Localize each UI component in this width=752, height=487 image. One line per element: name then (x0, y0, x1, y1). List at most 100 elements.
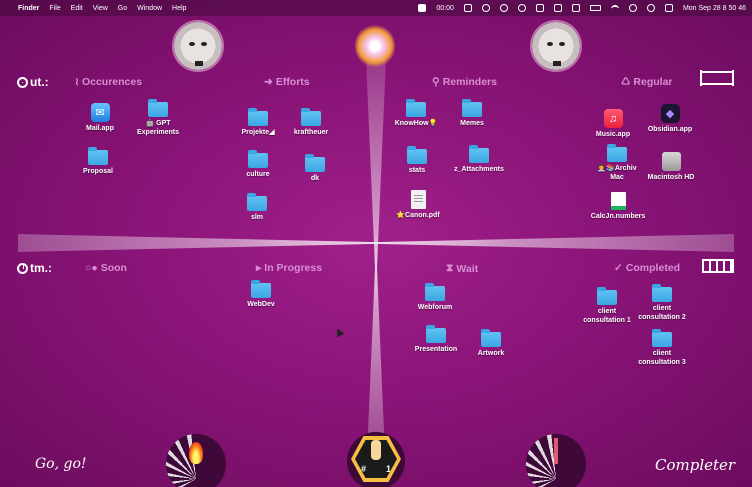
row-label-top-text: ut.: (30, 75, 49, 89)
desktop-item-calcjn-numbers[interactable]: CalcJn.numbers (586, 192, 650, 222)
folder-icon (462, 99, 482, 117)
menu-view[interactable]: View (93, 5, 108, 12)
lion-face-icon (538, 28, 574, 64)
campfire-badge (166, 434, 226, 487)
obsidian-app-icon: ◆ (660, 104, 680, 123)
clock-icon[interactable] (499, 4, 508, 12)
section-completed-label: Completed (625, 262, 681, 274)
galaxy-icon (355, 24, 395, 68)
control-center-icon[interactable] (664, 4, 673, 12)
desktop-item-client-consultation-2[interactable]: client consultation 2 (630, 284, 694, 323)
menu-app-name[interactable]: Finder (18, 5, 39, 12)
section-soon-label: Soon (100, 262, 127, 274)
menu-file[interactable]: File (49, 5, 60, 12)
section-in-progress-label: In Progress (264, 262, 323, 274)
desktop-item-label: client consultation 2 (638, 305, 686, 321)
pin-icon (554, 438, 558, 464)
desktop-item-knowhow[interactable]: KnowHow💡 (384, 99, 448, 129)
bluetooth-icon[interactable] (553, 4, 562, 12)
folder-icon (148, 99, 168, 117)
folder-icon (406, 99, 426, 117)
clock-icon (17, 262, 28, 274)
desktop-item-webdev[interactable]: WebDev (229, 280, 293, 310)
vertical-divider (366, 58, 386, 478)
section-wait-label: Wait (456, 262, 479, 275)
wifi-icon[interactable] (610, 5, 619, 11)
checkmark-icon: ✓ (614, 262, 623, 274)
desktop-item-memes[interactable]: Memes (440, 99, 504, 129)
desktop-item-gpt-experiments[interactable]: 🤖 GPT Experiments (126, 99, 190, 138)
pin-icon: ⚲ (432, 76, 440, 88)
play-icon[interactable] (517, 4, 526, 12)
battery-icon[interactable] (589, 5, 601, 11)
desktop-item-label: culture (246, 171, 270, 178)
search-icon[interactable] (628, 4, 637, 12)
bowtie-icon (195, 61, 203, 66)
desktop-item-stats[interactable]: stats (385, 146, 449, 176)
desktop-item-label: Music.app (595, 131, 631, 138)
lion-avatar-left (172, 20, 224, 72)
desktop-item-canon-pdf[interactable]: ⭐Canon.pdf (386, 190, 450, 221)
section-wait: ⧗ Wait (446, 262, 478, 275)
desktop-item-client-consultation-3[interactable]: client consultation 3 (630, 329, 694, 368)
folder-icon (407, 146, 427, 164)
menu-help[interactable]: Help (172, 5, 186, 12)
menu-window[interactable]: Window (137, 5, 162, 12)
folder-icon (652, 284, 672, 302)
target-icon (17, 76, 28, 88)
desktop-item-label: slm (250, 214, 264, 221)
menu-bar: Finder File Edit View Go Window Help 00:… (0, 0, 752, 16)
user-icon[interactable] (646, 4, 655, 12)
desktop-item-kraftheuer[interactable]: kraftheuer (279, 108, 343, 138)
desktop-item-slm[interactable]: slm (225, 193, 289, 223)
fence-icon (702, 259, 734, 273)
folder-icon (652, 329, 672, 347)
figure-icon (371, 440, 381, 460)
folder-icon (248, 150, 268, 168)
menubar-datetime[interactable]: Mon Sep 28 8 50 46 (683, 5, 746, 12)
window-icon[interactable] (463, 4, 472, 12)
desktop-item-mail[interactable]: ✉ Mail.app (68, 103, 132, 134)
row-label-bottom-text: tm.: (30, 261, 52, 275)
desktop-item-label: Obsidian.app (647, 126, 693, 133)
folder-icon (305, 154, 325, 172)
folder-icon (88, 147, 108, 165)
occurences-icon: ≀ (75, 76, 79, 88)
desktop-item-label: 🤖 GPT Experiments (136, 120, 180, 136)
section-completed: ✓ Completed (614, 262, 680, 274)
speaker-icon[interactable] (535, 4, 544, 12)
expand-icon[interactable] (481, 4, 490, 12)
desktop-item-obsidian[interactable]: ◆ Obsidian.app (638, 104, 702, 135)
screen-record-icon[interactable] (418, 4, 427, 12)
desktop-item-webforum[interactable]: Webforum (403, 283, 467, 313)
desktop-item-proposal[interactable]: Proposal (66, 147, 130, 177)
desktop-item-label: WebDev (247, 301, 275, 308)
section-soon: ○● Soon (85, 262, 127, 274)
menu-go[interactable]: Go (118, 5, 127, 12)
menu-edit[interactable]: Edit (71, 5, 83, 12)
timer-text[interactable]: 00:00 (436, 5, 454, 12)
desktop-item-macintosh-hd[interactable]: Macintosh HD (639, 152, 703, 183)
desktop-item-label: Presentation (414, 346, 458, 353)
desktop-item-music[interactable]: ♫ Music.app (581, 109, 645, 140)
desktop-item-label: Macintosh HD (647, 174, 695, 181)
desktop-item-artwork[interactable]: Artwork (459, 329, 523, 359)
desktop-item-label: Mail.app (85, 125, 114, 132)
desktop-item-z-attachments[interactable]: z_Attachments (447, 145, 511, 175)
music-app-icon: ♫ (603, 109, 623, 128)
arrow-right-icon: ➜ (264, 76, 273, 88)
desktop-item-dk[interactable]: dk (283, 154, 347, 184)
folder-icon (248, 108, 268, 126)
keyboard-icon[interactable] (571, 4, 580, 12)
desktop-item-label: dk (310, 175, 320, 182)
numbers-document-icon (610, 192, 626, 210)
flame-icon (189, 442, 203, 464)
desktop-item-label: Memes (460, 120, 484, 127)
soon-icon: ○● (85, 262, 98, 274)
completer-text: Completer (655, 456, 736, 474)
folder-icon (426, 325, 446, 343)
section-occurences-label: Occurences (81, 76, 143, 88)
recycle-icon: ♺ (621, 76, 631, 88)
pdf-document-icon (410, 190, 426, 209)
desktop-item-culture[interactable]: culture (226, 150, 290, 180)
